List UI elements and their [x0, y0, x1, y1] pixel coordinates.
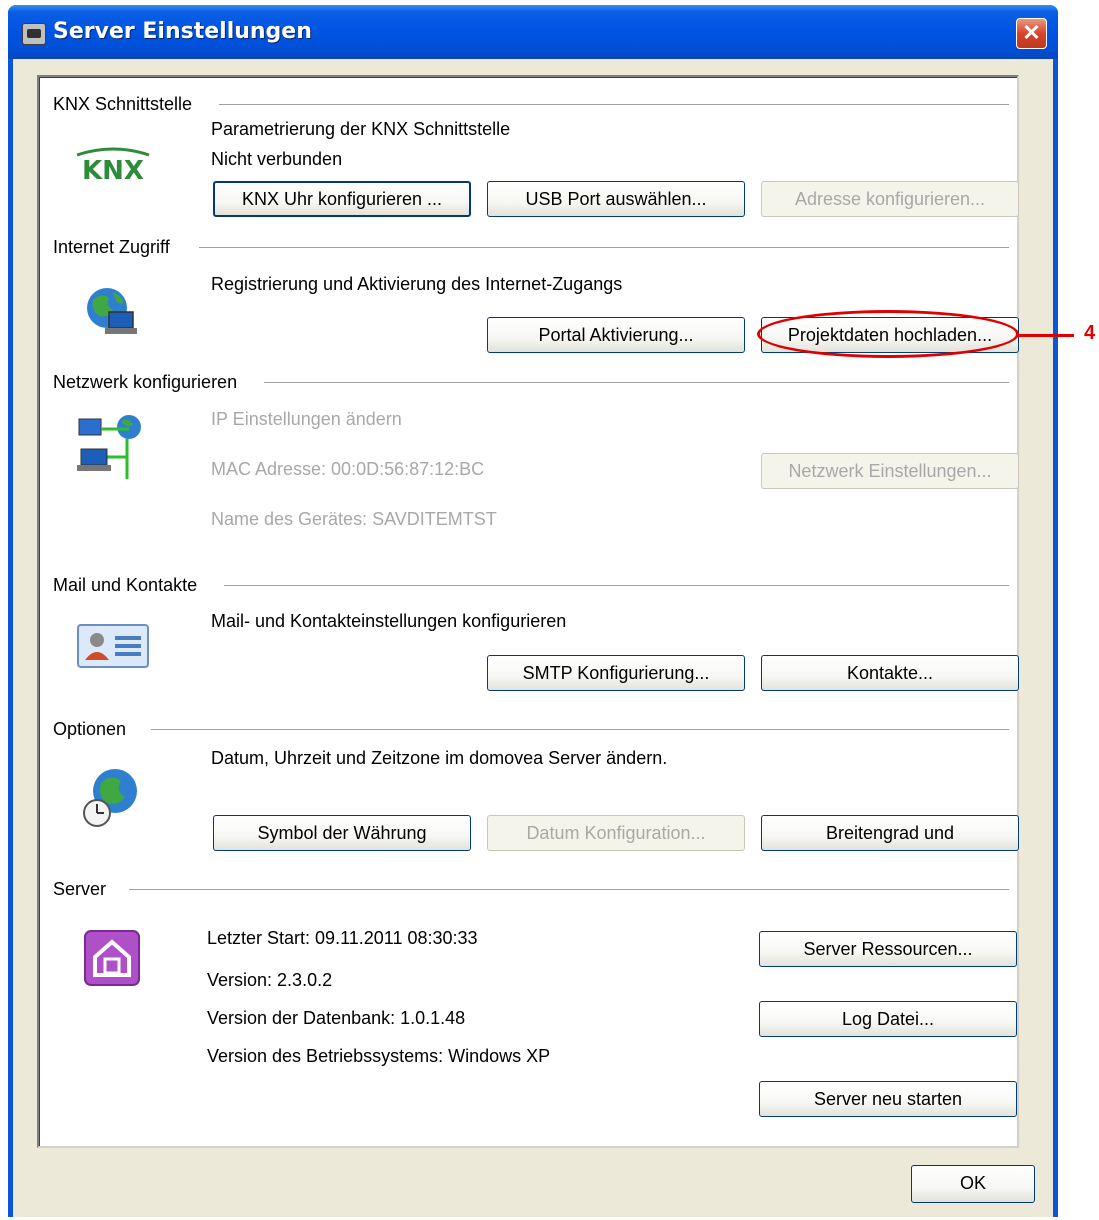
address-config-button[interactable]: Adresse konfigurieren... — [761, 181, 1019, 217]
section-divider — [129, 889, 1009, 891]
network-computers-icon — [75, 413, 145, 483]
smtp-config-button[interactable]: SMTP Konfigurierung... — [487, 655, 745, 691]
knx-status: Nicht verbunden — [211, 149, 343, 169]
callout-line — [1018, 334, 1074, 337]
contacts-button[interactable]: Kontakte... — [761, 655, 1019, 691]
section-divider — [224, 585, 1009, 587]
dialog-window: Server Einstellungen ✕ KNX Schnittstelle… — [8, 5, 1058, 1217]
knx-logo-icon: KNX — [73, 145, 153, 186]
window-title: Server Einstellungen — [53, 19, 312, 44]
section-divider — [219, 104, 1009, 106]
section-title-network: Netzwerk konfigurieren — [53, 372, 250, 393]
section-divider — [151, 729, 1009, 731]
db-version-text: Version der Datenbank: 1.0.1.48 — [207, 1008, 466, 1028]
callout-number: 4 — [1084, 322, 1096, 344]
home-server-icon — [83, 929, 141, 987]
options-description: Datum, Uhrzeit und Zeitzone im domovea S… — [211, 748, 668, 768]
close-button[interactable]: ✕ — [1016, 18, 1047, 49]
contact-card-icon — [77, 624, 149, 668]
ok-button[interactable]: OK — [911, 1165, 1035, 1203]
globe-clock-icon — [81, 767, 143, 829]
section-title-mail: Mail und Kontakte — [53, 575, 210, 596]
mac-address-text: MAC Adresse: 00:0D:56:87:12:BC — [211, 459, 485, 479]
dialog-client-area: KNX Schnittstelle KNX Parametrierung der… — [13, 59, 1053, 1217]
globe-network-icon — [79, 282, 143, 346]
knx-clock-button[interactable]: KNX Uhr konfigurieren ... — [213, 181, 471, 217]
restart-server-button[interactable]: Server neu starten — [759, 1081, 1017, 1117]
os-version-text: Version des Betriebssystems: Windows XP — [207, 1046, 551, 1066]
last-start-text: Letzter Start: 09.11.2011 08:30:33 — [207, 928, 478, 948]
section-title-knx: KNX Schnittstelle — [53, 94, 205, 115]
device-name-text: Name des Gerätes: SAVDITEMTST — [211, 509, 497, 529]
version-text: Version: 2.3.0.2 — [207, 970, 333, 990]
section-title-server: Server — [53, 879, 119, 900]
internet-description: Registrierung und Aktivierung des Intern… — [211, 274, 623, 294]
latitude-button[interactable]: Breitengrad und — [761, 815, 1019, 851]
network-description: IP Einstellungen ändern — [211, 409, 402, 429]
settings-panel: KNX Schnittstelle KNX Parametrierung der… — [37, 75, 1019, 1148]
section-divider — [264, 382, 1009, 384]
network-settings-button[interactable]: Netzwerk Einstellungen... — [761, 453, 1019, 489]
section-title-options: Optionen — [53, 719, 139, 740]
title-bar[interactable]: Server Einstellungen ✕ — [8, 5, 1058, 59]
usb-port-button[interactable]: USB Port auswählen... — [487, 181, 745, 217]
portal-activation-button[interactable]: Portal Aktivierung... — [487, 317, 745, 353]
knx-logo-text: KNX — [82, 156, 144, 185]
mail-description: Mail- und Kontakteinstellungen konfiguri… — [211, 611, 567, 631]
highlight-ellipse — [757, 310, 1019, 358]
server-resources-button[interactable]: Server Ressourcen... — [759, 931, 1017, 967]
section-divider — [199, 247, 1009, 249]
currency-symbol-button[interactable]: Symbol der Währung — [213, 815, 471, 851]
section-title-internet: Internet Zugriff — [53, 237, 182, 258]
date-config-button[interactable]: Datum Konfiguration... — [487, 815, 745, 851]
knx-description: Parametrierung der KNX Schnittstelle — [211, 119, 511, 139]
log-file-button[interactable]: Log Datei... — [759, 1001, 1017, 1037]
app-icon — [22, 23, 46, 45]
